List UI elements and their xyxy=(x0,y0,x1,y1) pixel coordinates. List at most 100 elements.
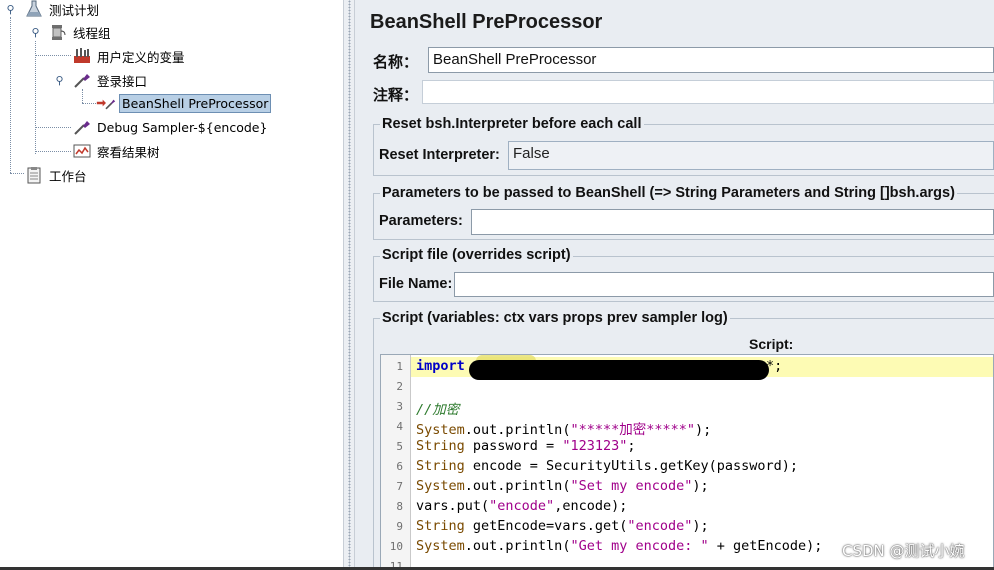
thread-group-spool-icon xyxy=(48,23,68,41)
code-token: ,encode); xyxy=(554,498,628,514)
redaction-mark xyxy=(469,360,769,380)
sampler-pipette-icon xyxy=(72,71,92,89)
file-name-field[interactable] xyxy=(454,272,994,297)
reset-interpreter-label: Reset Interpreter: xyxy=(379,147,500,163)
tree-item-label: 工作台 xyxy=(49,168,87,184)
code-token: "123123" xyxy=(562,438,628,454)
line-number: 8 xyxy=(396,500,403,513)
collapse-toggle-icon[interactable]: ⚲ xyxy=(5,3,16,16)
code-token: "Set my encode" xyxy=(570,478,693,494)
parameters-field[interactable] xyxy=(471,209,994,235)
tree-item-thread-group[interactable]: 线程组 xyxy=(48,22,113,42)
collapse-toggle-icon[interactable]: ⚲ xyxy=(30,26,41,39)
file-name-label: File Name: xyxy=(379,276,453,292)
line-number: 4 xyxy=(396,420,403,433)
code-token: password = xyxy=(464,438,563,454)
code-token: .out.println( xyxy=(464,422,571,438)
tree-item-label: 线程组 xyxy=(73,25,111,41)
tree-item-label: 察看结果树 xyxy=(97,144,160,160)
parameters-group-title: Parameters to be passed to BeanShell (=>… xyxy=(380,185,957,201)
code-token: "encode" xyxy=(489,498,555,514)
tree-item-label: 登录接口 xyxy=(97,73,148,89)
tree-connector xyxy=(35,55,71,56)
code-line-7: System.out.println("Set my encode"); xyxy=(416,478,709,494)
reset-group-title: Reset bsh.Interpreter before each call xyxy=(380,116,644,132)
script-file-group-title: Script file (overrides script) xyxy=(380,247,573,263)
code-line-3: //加密 xyxy=(416,398,459,418)
reset-interpreter-select[interactable]: False xyxy=(508,141,994,170)
sampler-pipette-icon xyxy=(72,118,92,136)
comment-field[interactable] xyxy=(422,80,994,104)
line-number: 9 xyxy=(396,520,403,533)
panel-title: BeanShell PreProcessor xyxy=(370,11,603,33)
code-token: "Get my encode: " xyxy=(570,538,709,554)
workbench-clipboard-icon xyxy=(24,166,44,184)
tree-item-workbench[interactable]: 工作台 xyxy=(24,165,89,185)
tree-item-label: 用户定义的变量 xyxy=(97,49,185,65)
code-token: ); xyxy=(692,478,709,494)
code-token: "encode" xyxy=(627,518,693,534)
tree-connector xyxy=(10,17,11,173)
code-token: String xyxy=(416,438,465,454)
code-token: String xyxy=(416,458,465,474)
code-token: ); xyxy=(692,518,709,534)
config-tools-icon xyxy=(72,47,92,65)
code-line-4: System.out.println("*****加密*****"); xyxy=(416,418,711,438)
tree-connector xyxy=(10,173,24,174)
code-token: "*****加密*****" xyxy=(570,422,695,438)
tree-item-test-plan[interactable]: 测试计划 xyxy=(24,0,101,19)
code-line-6: String encode = SecurityUtils.getKey(pas… xyxy=(416,458,798,474)
tree-connector xyxy=(82,103,96,104)
code-token: import xyxy=(416,358,465,374)
code-line-5: String password = "123123"; xyxy=(416,438,636,454)
name-label: 名称： xyxy=(373,54,419,71)
comment-label: 注释： xyxy=(373,87,419,104)
tree-connector xyxy=(35,151,71,152)
line-number: 3 xyxy=(396,400,403,413)
collapse-toggle-icon[interactable]: ⚲ xyxy=(54,74,65,87)
listener-chart-icon xyxy=(72,142,92,160)
tree-connector xyxy=(82,89,83,103)
watermark: CSDN @测试小婉 xyxy=(842,542,965,560)
test-plan-flask-icon xyxy=(24,0,44,18)
tree-item-label: BeanShell PreProcessor xyxy=(119,93,272,113)
tree-item-beanshell-preprocessor[interactable]: BeanShell PreProcessor xyxy=(96,93,272,113)
line-number: 5 xyxy=(396,440,403,453)
beanshell-preprocessor-panel: BeanShell PreProcessor 名称： BeanShell Pre… xyxy=(355,0,994,570)
tree-item-login-api[interactable]: 登录接口 xyxy=(72,70,149,90)
parameters-label: Parameters: xyxy=(379,213,463,229)
script-group-title: Script (variables: ctx vars props prev s… xyxy=(380,310,730,326)
tree-item-user-variables[interactable]: 用户定义的变量 xyxy=(72,46,187,66)
code-token: getEncode=vars.get( xyxy=(464,518,628,534)
line-number: 7 xyxy=(396,480,403,493)
code-token: encode = SecurityUtils.getKey(password); xyxy=(464,458,799,474)
tree-connector xyxy=(35,41,36,154)
code-token: String xyxy=(416,518,465,534)
code-token: .out.println( xyxy=(464,478,571,494)
script-caption: Script: xyxy=(749,336,794,352)
script-editor[interactable]: 1 2 3 4 5 6 7 8 9 10 11 import *; //加密 Sy… xyxy=(380,354,994,570)
code-line-8: vars.put("encode",encode); xyxy=(416,498,627,514)
code-token: vars.put( xyxy=(416,498,490,514)
code-line-10: System.out.println("Get my encode: " + g… xyxy=(416,538,822,554)
line-number: 2 xyxy=(396,380,403,393)
code-token: ); xyxy=(695,422,712,438)
code-token: ; xyxy=(627,438,636,454)
code-token: System xyxy=(416,422,465,438)
tree-item-debug-sampler[interactable]: Debug Sampler-${encode} xyxy=(72,117,269,137)
code-token: System xyxy=(416,478,465,494)
test-plan-tree: ⚲ ⚲ ⚲ 测试计划 线程组 用户定义的变量 登录接口 BeanShell Pr… xyxy=(0,0,343,570)
tree-item-label: 测试计划 xyxy=(49,2,100,18)
panel-splitter[interactable] xyxy=(343,0,355,570)
code-token: .out.println( xyxy=(464,538,571,554)
tree-item-label: Debug Sampler-${encode} xyxy=(97,119,268,135)
tree-item-view-results-tree[interactable]: 察看结果树 xyxy=(72,141,162,161)
code-line-1: import *; xyxy=(416,358,782,374)
line-number: 10 xyxy=(389,540,403,553)
code-line-9: String getEncode=vars.get("encode"); xyxy=(416,518,709,534)
name-field[interactable]: BeanShell PreProcessor xyxy=(428,47,994,73)
code-token: //加密 xyxy=(416,402,460,418)
line-number: 6 xyxy=(396,460,403,473)
line-number: 1 xyxy=(396,360,403,373)
preprocessor-arrow-icon xyxy=(96,94,116,112)
